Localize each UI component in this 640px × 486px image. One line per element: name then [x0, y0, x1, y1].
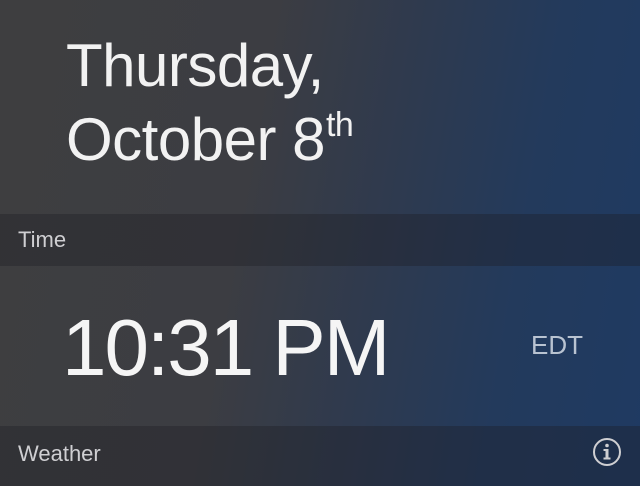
weather-section-title: Weather: [18, 441, 101, 466]
month-day-label: October 8th: [66, 106, 354, 173]
ordinal-suffix: th: [325, 106, 354, 144]
time-widget: 10:31 PM EDT: [0, 266, 640, 426]
weather-section-header: Weather: [0, 426, 640, 486]
weekday-label: Thursday,: [66, 32, 324, 99]
info-circle-icon[interactable]: [592, 437, 622, 467]
time-section-title: Time: [18, 227, 67, 252]
time-section-header: Time: [0, 214, 640, 266]
timezone-label: EDT: [531, 330, 583, 360]
clock-time: 10:31 PM: [62, 303, 390, 392]
date-heading: Thursday, October 8th: [66, 32, 354, 173]
month-day-text: October 8: [66, 106, 325, 173]
